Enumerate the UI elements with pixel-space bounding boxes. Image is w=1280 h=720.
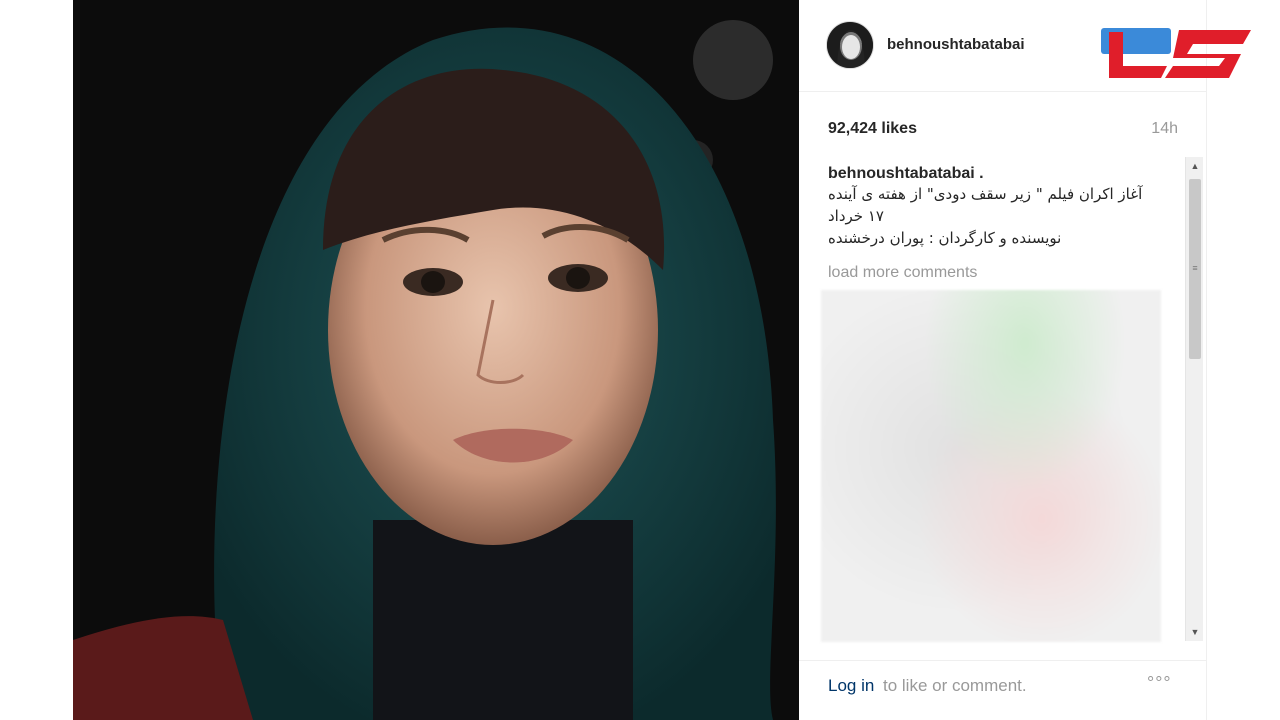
blurred-comments-area [821,290,1161,642]
scroll-up-arrow-icon[interactable]: ▲ [1186,157,1204,175]
scrollbar-thumb[interactable]: ≡ [1189,179,1201,359]
login-link[interactable]: Log in [828,676,874,696]
caption-line-1: آغاز اکران فیلم " زیر سقف دودی" از هفته … [828,185,1143,203]
site-logo-watermark [1101,28,1251,78]
scroll-grip-icon: ≡ [1192,263,1198,273]
post-side-panel: behnoushtabatabai 92,424 likes 14h behno… [799,0,1251,720]
comments-scrollbar[interactable]: ▲ ≡ ▼ [1185,157,1203,641]
caption-username[interactable]: behnoushtabatabai . [828,165,1173,183]
login-prompt-text: to like or comment. [883,676,1027,695]
scroll-down-arrow-icon[interactable]: ▼ [1186,623,1204,641]
post-header: behnoushtabatabai [799,0,1251,92]
more-options-icon[interactable]: °°° [1147,673,1172,694]
caption-block: behnoushtabatabai . آغاز اکران فیلم " زی… [828,165,1173,275]
post-photo [73,0,799,720]
post-footer: Log in to like or comment. °°° [799,660,1207,720]
username-link[interactable]: behnoushtabatabai [887,36,1025,53]
avatar[interactable] [826,21,874,69]
woman-portrait-image [73,0,799,720]
likes-count[interactable]: 92,424 likes [828,120,917,138]
caption-line-2: ۱۷ خرداد [828,207,884,225]
likes-row: 92,424 likes 14h [828,120,1178,142]
post-time[interactable]: 14h [1151,120,1178,138]
caption-line-3: نویسنده و کارگردان : پوران درخشنده [828,229,1062,247]
avatar-image [827,22,873,68]
load-more-comments-link[interactable]: load more comments [828,264,977,282]
